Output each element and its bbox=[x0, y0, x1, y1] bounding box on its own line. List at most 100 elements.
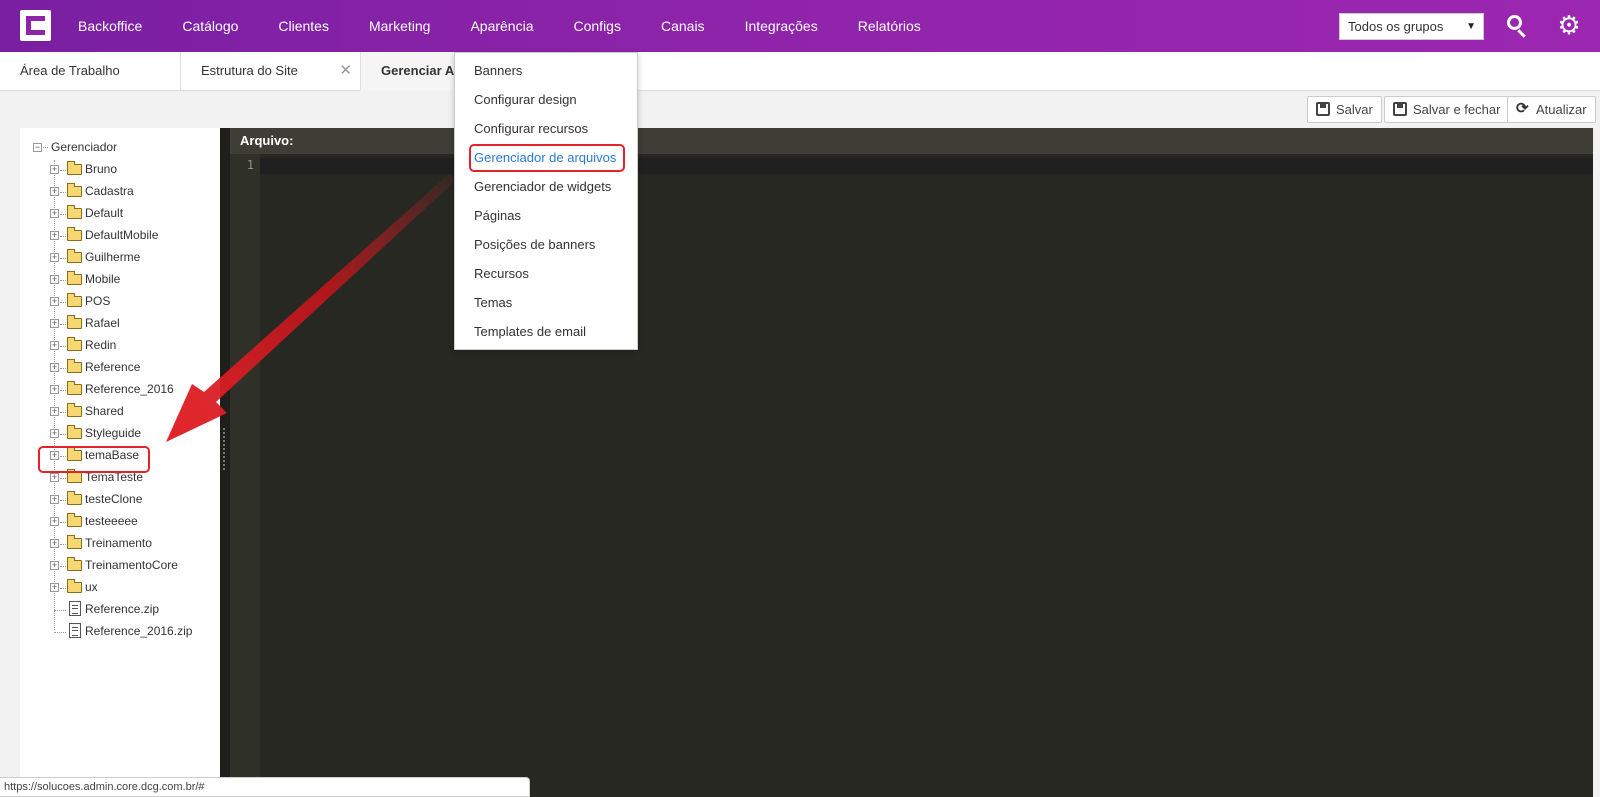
expand-toggle[interactable]: + bbox=[50, 407, 59, 416]
nav-marketing[interactable]: Marketing bbox=[349, 0, 450, 52]
tree-connector bbox=[60, 588, 66, 589]
code-editor[interactable]: Arquivo: 1 bbox=[230, 128, 1593, 797]
tree-folder-label: ux bbox=[85, 580, 98, 594]
nav-clientes[interactable]: Clientes bbox=[258, 0, 349, 52]
menu-item-configurar-design[interactable]: Configurar design bbox=[455, 85, 639, 114]
folder-icon bbox=[67, 579, 82, 593]
tree-folder-label: Redin bbox=[85, 338, 117, 352]
aparencia-dropdown-menu: Banners Configurar design Configurar rec… bbox=[454, 52, 638, 350]
editor-header: Arquivo: bbox=[230, 128, 1593, 154]
expand-toggle[interactable]: + bbox=[50, 385, 59, 394]
folder-icon bbox=[67, 557, 82, 571]
tree-connector bbox=[60, 478, 66, 479]
tree-connector bbox=[60, 522, 66, 523]
close-icon[interactable]: ✕ bbox=[339, 52, 352, 90]
folder-icon bbox=[67, 183, 82, 197]
tree-connector bbox=[60, 390, 66, 391]
expand-toggle[interactable]: + bbox=[50, 517, 59, 526]
tree-connector bbox=[60, 280, 66, 281]
tree-connector bbox=[60, 368, 66, 369]
menu-item-gerenciador-de-widgets[interactable]: Gerenciador de widgets bbox=[455, 172, 639, 201]
expand-toggle[interactable]: + bbox=[50, 341, 59, 350]
line-number: 1 bbox=[246, 158, 254, 172]
tree-folder-label: POS bbox=[85, 294, 111, 308]
expand-toggle[interactable]: + bbox=[50, 583, 59, 592]
nav-backoffice[interactable]: Backoffice bbox=[58, 0, 162, 52]
refresh-icon: ⟳ bbox=[1516, 100, 1529, 117]
search-icon-handle bbox=[1517, 29, 1526, 38]
expand-toggle[interactable]: + bbox=[50, 165, 59, 174]
nav-configs[interactable]: Configs bbox=[554, 0, 641, 52]
app-logo[interactable] bbox=[20, 10, 51, 41]
tab-bar: Área de Trabalho Estrutura do Site ✕ Ger… bbox=[0, 52, 1600, 91]
status-url: https://solucoes.admin.core.dcg.com.br/# bbox=[0, 777, 530, 797]
tab-area-de-trabalho[interactable]: Área de Trabalho bbox=[0, 52, 181, 91]
expand-toggle[interactable]: + bbox=[50, 539, 59, 548]
search-icon[interactable] bbox=[1505, 13, 1531, 39]
expand-toggle[interactable]: + bbox=[50, 319, 59, 328]
folder-icon bbox=[67, 381, 82, 395]
tab-estrutura-do-site[interactable]: Estrutura do Site ✕ bbox=[181, 52, 361, 91]
menu-item-templates-de-email[interactable]: Templates de email bbox=[455, 317, 639, 346]
folder-icon bbox=[67, 205, 82, 219]
folder-icon bbox=[67, 491, 82, 505]
tree-connector bbox=[60, 214, 66, 215]
tree-connector bbox=[60, 236, 66, 237]
refresh-button[interactable]: ⟳ Atualizar bbox=[1507, 96, 1596, 123]
menu-item-recursos[interactable]: Recursos bbox=[455, 259, 639, 288]
save-close-button[interactable]: Salvar e fechar bbox=[1384, 96, 1510, 123]
expand-toggle[interactable]: + bbox=[50, 253, 59, 262]
panel-splitter[interactable] bbox=[220, 128, 230, 797]
folder-icon bbox=[67, 227, 82, 241]
save-button[interactable]: Salvar bbox=[1307, 96, 1382, 123]
floppy-icon bbox=[1316, 102, 1330, 116]
expand-toggle[interactable]: + bbox=[50, 275, 59, 284]
tree-connector bbox=[60, 412, 66, 413]
group-select[interactable]: Todos os grupos ▼ bbox=[1339, 13, 1484, 40]
expand-toggle[interactable]: + bbox=[50, 231, 59, 240]
tree-folder-label: Mobile bbox=[85, 272, 121, 286]
folder-icon bbox=[67, 337, 82, 351]
splitter-grip[interactable] bbox=[223, 428, 225, 470]
tree-folder-label: Styleguide bbox=[85, 426, 142, 440]
menu-item-paginas[interactable]: Páginas bbox=[455, 201, 639, 230]
expand-toggle[interactable]: + bbox=[50, 209, 59, 218]
menu-item-configurar-recursos[interactable]: Configurar recursos bbox=[455, 114, 639, 143]
tree-root-label[interactable]: Gerenciador bbox=[51, 140, 117, 154]
tree-folder-label: Rafael bbox=[85, 316, 120, 330]
tree-connector bbox=[43, 147, 48, 148]
folder-icon bbox=[67, 425, 82, 439]
tree-folder-label: Bruno bbox=[85, 162, 118, 176]
highlight-box-tree-folder bbox=[38, 446, 150, 473]
tree-connector bbox=[54, 632, 66, 633]
tree-connector bbox=[60, 566, 66, 567]
expand-toggle[interactable]: + bbox=[50, 561, 59, 570]
menu-item-posicoes-de-banners[interactable]: Posições de banners bbox=[455, 230, 639, 259]
tree-connector bbox=[60, 434, 66, 435]
group-select-value: Todos os grupos bbox=[1348, 19, 1444, 34]
folder-icon bbox=[67, 249, 82, 263]
nav-canais[interactable]: Canais bbox=[641, 0, 725, 52]
expand-toggle[interactable]: + bbox=[50, 429, 59, 438]
nav-catalogo[interactable]: Catálogo bbox=[162, 0, 258, 52]
expand-toggle[interactable]: + bbox=[50, 495, 59, 504]
menu-item-temas[interactable]: Temas bbox=[455, 288, 639, 317]
tree-folder-label: Treinamento bbox=[85, 536, 152, 550]
nav-aparencia[interactable]: Aparência bbox=[450, 0, 553, 52]
expand-toggle[interactable]: + bbox=[50, 187, 59, 196]
refresh-button-label: Atualizar bbox=[1536, 102, 1587, 117]
gear-icon[interactable]: ⚙ bbox=[1556, 12, 1582, 38]
tree-folder-label: testeClone bbox=[85, 492, 143, 506]
expand-toggle[interactable]: + bbox=[50, 297, 59, 306]
tab-label: Estrutura do Site bbox=[201, 63, 298, 78]
menu-item-banners[interactable]: Banners bbox=[455, 56, 639, 85]
nav-integracoes[interactable]: Integrações bbox=[725, 0, 838, 52]
collapse-toggle[interactable]: − bbox=[33, 143, 42, 152]
expand-toggle[interactable]: + bbox=[50, 473, 59, 482]
nav-relatorios[interactable]: Relatórios bbox=[838, 0, 941, 52]
save-button-label: Salvar bbox=[1336, 102, 1373, 117]
tree-folder-label: DefaultMobile bbox=[85, 228, 159, 242]
save-close-button-label: Salvar e fechar bbox=[1413, 102, 1501, 117]
tree-connector bbox=[60, 192, 66, 193]
expand-toggle[interactable]: + bbox=[50, 363, 59, 372]
